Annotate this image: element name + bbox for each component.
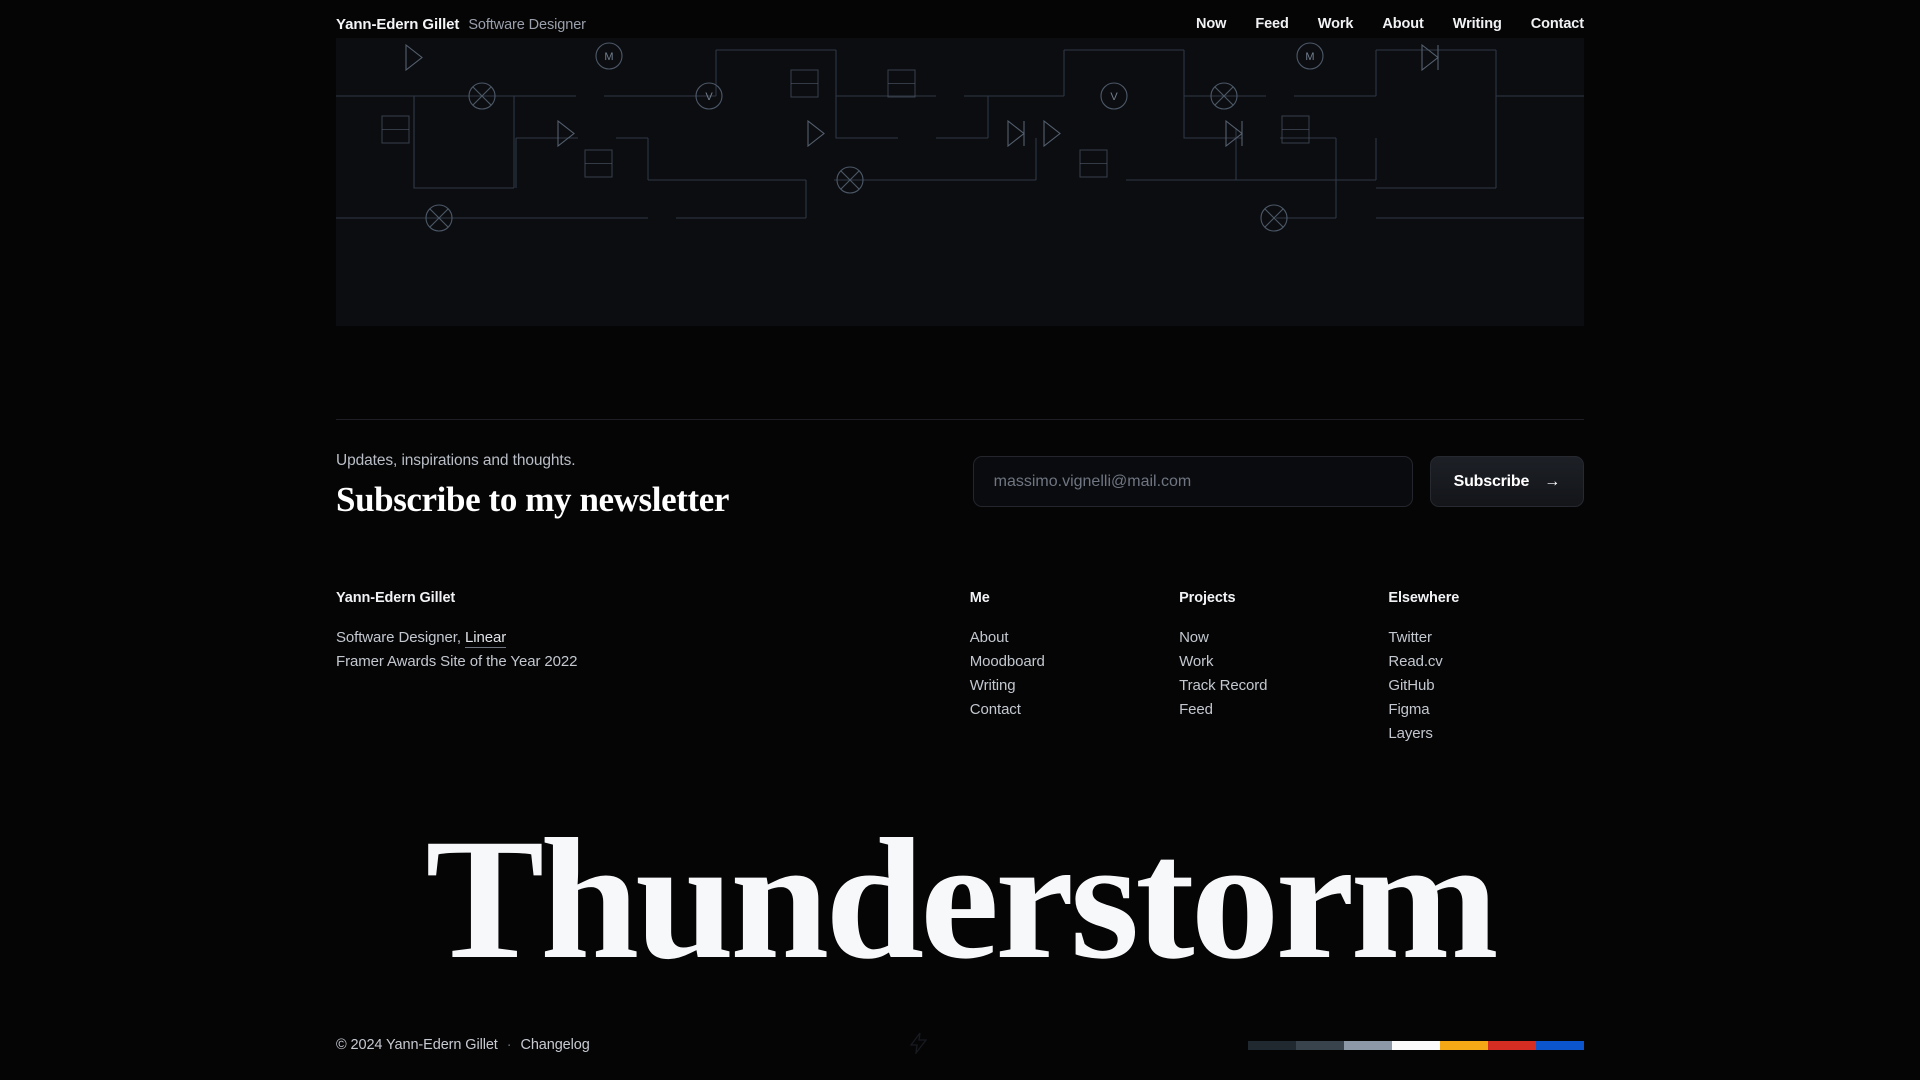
color-palette-strip [1247, 1040, 1584, 1050]
wordmark-text: Thunderstorm [425, 820, 1498, 980]
nav-item-contact[interactable]: Contact [1531, 16, 1584, 32]
footer-award: Framer Awards Site of the Year 2022 [336, 653, 578, 670]
footer-role-link[interactable]: Linear [465, 629, 506, 648]
nav-item-about[interactable]: About [1382, 16, 1423, 32]
email-input[interactable] [972, 456, 1413, 507]
footer-link-moodboard[interactable]: Moodboard [970, 650, 1179, 674]
subscribe-button-label: Subscribe [1453, 472, 1530, 490]
footer-link-readcv[interactable]: Read.cv [1388, 650, 1584, 674]
subscribe-button[interactable]: Subscribe → [1429, 456, 1584, 507]
bottom-bar: © 2024 Yann-Edern Gillet · Changelog [336, 1032, 1584, 1058]
hero-circuit-panel: M V M V [336, 38, 1584, 326]
footer-link-about[interactable]: About [970, 626, 1179, 650]
footer-role-prefix: Software Designer, [336, 629, 461, 646]
swatch-7 [1535, 1040, 1584, 1050]
page-root: Yann-Edern Gillet Software Designer Now … [0, 0, 1920, 1080]
footer-column-projects: Projects Now Work Track Record Feed [1179, 590, 1388, 740]
footer-heading-projects: Projects [1179, 590, 1236, 606]
newsletter-title: Subscribe to my newsletter [336, 480, 730, 519]
nav-item-now[interactable]: Now [1196, 16, 1226, 32]
brand-role: Software Designer [468, 16, 586, 33]
footer-column-me: Me About Moodboard Writing Contact [970, 590, 1179, 740]
footer-column-elsewhere: Elsewhere Twitter Read.cv GitHub Figma L… [1388, 590, 1584, 742]
footer-columns: Yann-Edern Gillet Software Designer, Lin… [336, 590, 1584, 742]
swatch-1 [1247, 1040, 1296, 1050]
swatch-2 [1295, 1040, 1344, 1050]
wordmark-section: Thunderstorm [336, 820, 1584, 980]
footer-heading-me: Me [969, 590, 990, 606]
footer-brand-column: Yann-Edern Gillet Software Designer, Lin… [336, 590, 970, 740]
lightning-bolt-icon [910, 1032, 928, 1059]
footer-role-line: Software Designer, Linear [336, 626, 970, 650]
footer-link-figma[interactable]: Figma [1388, 698, 1584, 722]
footer-link-twitter[interactable]: Twitter [1388, 626, 1584, 650]
meter-label-m1: M [604, 51, 613, 63]
site-header: Yann-Edern Gillet Software Designer Now … [0, 0, 1920, 48]
meter-label-v2: V [1110, 91, 1118, 103]
separator-dot: · [506, 1037, 512, 1053]
footer-link-work[interactable]: Work [1179, 650, 1388, 674]
footer-brand-name: Yann-Edern Gillet [336, 590, 456, 606]
copyright-block: © 2024 Yann-Edern Gillet · Changelog [336, 1037, 590, 1053]
footer-link-github[interactable]: GitHub [1388, 674, 1584, 698]
swatch-5 [1439, 1040, 1488, 1050]
circuit-schematic-icon: M V M V [336, 42, 1584, 232]
brand-name: Yann-Edern Gillet [336, 15, 460, 33]
footer-heading-elsewhere: Elsewhere [1388, 590, 1460, 606]
nav-item-feed[interactable]: Feed [1255, 16, 1289, 32]
primary-nav: Now Feed Work About Writing Contact [1196, 16, 1584, 32]
copyright-text: © 2024 Yann-Edern Gillet [336, 1037, 498, 1053]
newsletter-form: Subscribe → [972, 450, 1584, 507]
meter-label-v1: V [705, 91, 713, 103]
swatch-3 [1343, 1040, 1392, 1050]
newsletter-kicker: Updates, inspirations and thoughts. [336, 452, 576, 469]
newsletter-section: Updates, inspirations and thoughts. Subs… [336, 450, 1584, 530]
meter-label-m2: M [1305, 51, 1314, 63]
arrow-right-icon: → [1544, 472, 1560, 490]
footer-link-track-record[interactable]: Track Record [1179, 674, 1388, 698]
footer-link-layers[interactable]: Layers [1388, 722, 1584, 746]
nav-item-work[interactable]: Work [1318, 16, 1354, 32]
brand[interactable]: Yann-Edern Gillet Software Designer [336, 16, 586, 33]
section-divider [336, 419, 1584, 420]
newsletter-copy: Updates, inspirations and thoughts. Subs… [336, 450, 729, 519]
swatch-4 [1391, 1040, 1440, 1050]
nav-item-writing[interactable]: Writing [1453, 16, 1502, 32]
footer-link-now[interactable]: Now [1179, 626, 1388, 650]
swatch-6 [1487, 1040, 1536, 1050]
footer-link-writing[interactable]: Writing [970, 674, 1179, 698]
footer-link-feed[interactable]: Feed [1179, 698, 1388, 722]
changelog-link[interactable]: Changelog [520, 1037, 589, 1053]
footer-link-contact[interactable]: Contact [970, 698, 1179, 722]
